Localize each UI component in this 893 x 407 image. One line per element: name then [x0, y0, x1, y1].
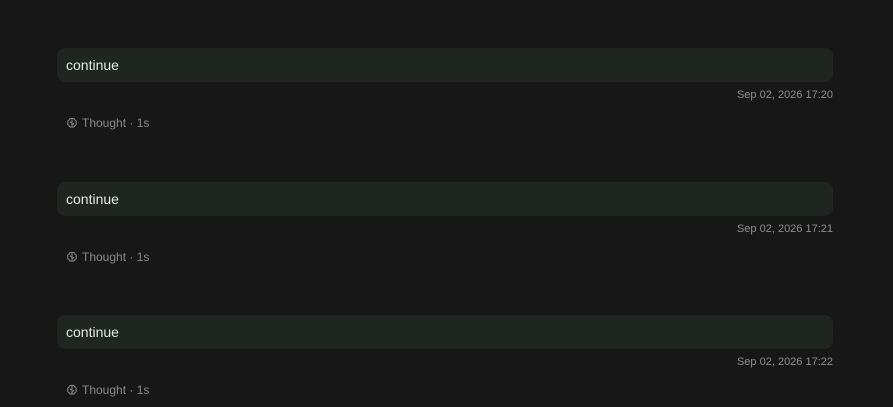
brain-icon: [66, 251, 78, 263]
brain-icon: [66, 117, 78, 129]
chat-turn: continue Sep 02, 2026 17:22 Thought · 1s: [57, 315, 833, 401]
chat-turn: continue Sep 02, 2026 17:20 Thought · 1s: [57, 48, 833, 134]
thought-label: Thought · 1s: [82, 250, 150, 264]
thought-toggle[interactable]: Thought · 1s: [66, 383, 149, 397]
user-message-text: continue: [66, 324, 119, 340]
user-message-text: continue: [66, 191, 119, 207]
message-timestamp: Sep 02, 2026 17:22: [736, 356, 833, 368]
user-message-bubble[interactable]: continue: [57, 48, 833, 82]
thought-label: Thought · 1s: [82, 116, 150, 130]
chat-turn: continue Sep 02, 2026 17:21 Thought · 1s: [57, 182, 833, 268]
thought-toggle[interactable]: Thought · 1s: [66, 250, 149, 264]
user-message-text: continue: [66, 57, 119, 73]
user-message-bubble[interactable]: continue: [57, 315, 833, 349]
brain-icon: [66, 384, 78, 396]
message-timestamp: Sep 02, 2026 17:21: [736, 223, 833, 235]
message-timestamp: Sep 02, 2026 17:20: [736, 89, 833, 101]
chat-transcript: continue Sep 02, 2026 17:20 Thought · 1s…: [0, 0, 893, 407]
thought-label: Thought · 1s: [82, 383, 150, 397]
thought-toggle[interactable]: Thought · 1s: [66, 116, 149, 130]
user-message-bubble[interactable]: continue: [57, 182, 833, 216]
